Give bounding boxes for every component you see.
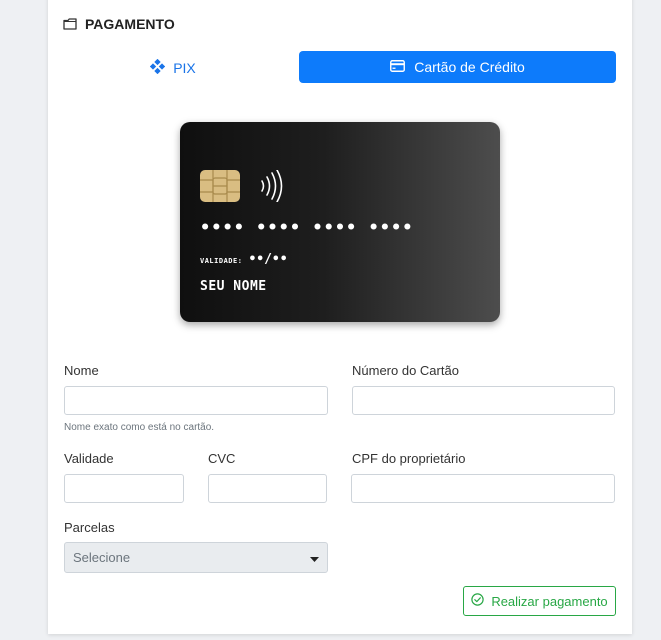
- card-number-input[interactable]: [352, 386, 615, 415]
- owner-cpf-input[interactable]: [351, 474, 615, 503]
- section-header: PAGAMENTO: [63, 16, 175, 32]
- caret-down-icon: [310, 550, 319, 565]
- chip-icon: [200, 170, 240, 206]
- expiry-label: Validade: [64, 451, 114, 466]
- card-holder-name: SEU NOME: [200, 279, 267, 294]
- check-circle-icon: [471, 593, 485, 609]
- tab-pix-label: PIX: [173, 60, 196, 76]
- installments-label: Parcelas: [64, 520, 115, 535]
- owner-cpf-label: CPF do proprietário: [352, 451, 466, 466]
- cvc-label: CVC: [208, 451, 236, 466]
- pix-diamond-icon: [150, 58, 166, 77]
- name-hint: Nome exato como está no cartão.: [64, 422, 215, 433]
- name-label: Nome: [64, 363, 99, 378]
- card-number-label: Número do Cartão: [352, 363, 459, 378]
- submit-payment-button[interactable]: Realizar pagamento: [463, 586, 616, 616]
- cvc-input[interactable]: [208, 474, 327, 503]
- folder-icon: [63, 18, 77, 30]
- credit-card-icon: [390, 59, 406, 75]
- submit-payment-label: Realizar pagamento: [491, 593, 608, 609]
- credit-card-preview: •••• •••• •••• •••• VALIDADE: ••/•• SEU …: [180, 122, 500, 322]
- expiry-input[interactable]: [64, 474, 184, 503]
- card-number-display: •••• •••• •••• ••••: [200, 218, 414, 238]
- card-validity: VALIDADE: ••/••: [200, 252, 288, 267]
- card-validity-value: ••/••: [248, 252, 288, 267]
- installments-selected: Selecione: [73, 550, 131, 565]
- section-title: PAGAMENTO: [85, 16, 175, 32]
- name-input[interactable]: [64, 386, 328, 415]
- tab-pix[interactable]: PIX: [63, 52, 283, 84]
- tab-credit-card-label: Cartão de Crédito: [414, 59, 525, 75]
- card-validity-label: VALIDADE:: [200, 257, 243, 265]
- installments-select[interactable]: Selecione: [64, 542, 328, 573]
- tab-credit-card[interactable]: Cartão de Crédito: [299, 51, 616, 83]
- contactless-icon: [259, 169, 283, 206]
